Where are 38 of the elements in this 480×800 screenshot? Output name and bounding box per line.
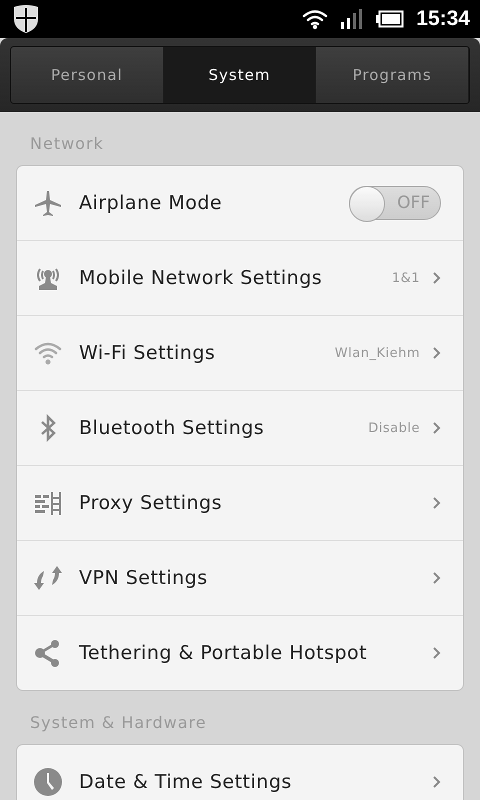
setting-label: Tethering & Portable Hotspot <box>79 642 368 664</box>
section-header: Network <box>29 133 105 155</box>
chevron-icon <box>432 496 441 510</box>
setting-label: Bluetooth Settings <box>79 417 266 439</box>
chevron-icon <box>432 271 441 285</box>
battery-icon <box>376 10 404 28</box>
setting-label: Airplane Mode <box>79 192 224 214</box>
signal-icon <box>340 8 364 30</box>
settings-item[interactable]: VPN Settings <box>17 540 463 615</box>
tab[interactable]: Programs <box>316 47 469 103</box>
airplane-icon <box>33 188 63 218</box>
setting-value: 1&1 <box>392 270 420 286</box>
settings-item[interactable]: Date & Time Settings <box>17 745 463 800</box>
chevron-icon <box>432 421 441 435</box>
setting-label: VPN Settings <box>79 567 209 589</box>
setting-label: Proxy Settings <box>79 492 224 514</box>
settings-item[interactable]: Wi-Fi Settings Wlan_Kiehm <box>17 315 463 390</box>
chevron-icon <box>432 346 441 360</box>
settings-item[interactable]: Tethering & Portable Hotspot <box>17 615 463 690</box>
setting-label: Wi-Fi Settings <box>79 342 216 364</box>
setting-label: Date & Time Settings <box>79 771 293 793</box>
shield-icon <box>12 4 40 34</box>
chevron-icon <box>432 775 441 789</box>
chevron-icon <box>432 571 441 585</box>
section-header: System & Hardware <box>29 712 208 734</box>
tab[interactable]: System <box>164 47 316 103</box>
setting-value: Wlan_Kiehm <box>334 346 420 360</box>
wifi-icon <box>302 8 328 30</box>
chevron-icon <box>432 646 441 660</box>
settings-item[interactable]: Proxy Settings <box>17 465 463 540</box>
tab[interactable]: Personal <box>11 47 164 103</box>
settings-item[interactable]: Mobile Network Settings 1&1 <box>17 240 463 315</box>
clock-icon <box>33 767 63 797</box>
settings-item[interactable]: Bluetooth Settings Disable <box>17 390 463 465</box>
settings-item[interactable]: Airplane Mode OFF <box>17 166 463 240</box>
clock-time: 15:34 <box>416 7 470 31</box>
setting-label: Mobile Network Settings <box>79 267 324 289</box>
setting-value: Disable <box>368 420 420 436</box>
